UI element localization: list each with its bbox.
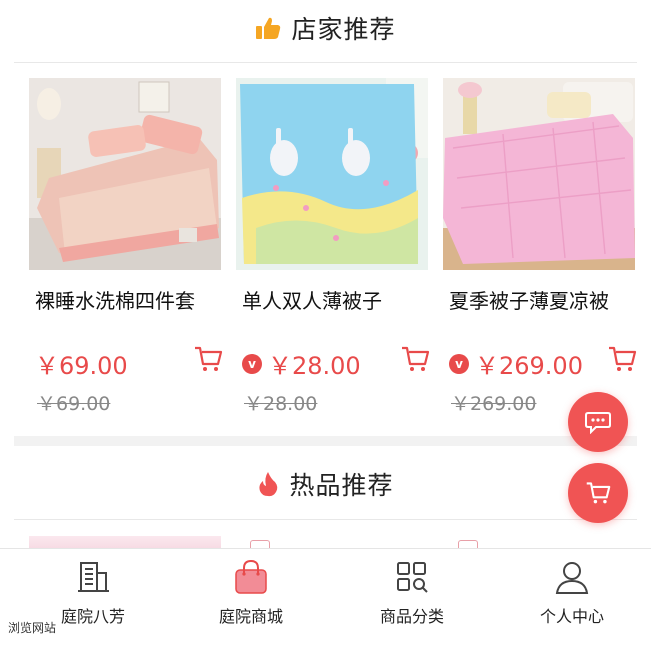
product-name[interactable]: 单人双人薄被子 bbox=[242, 285, 382, 314]
tag-icon bbox=[458, 540, 478, 548]
product-price: ￥28.00 bbox=[268, 352, 361, 380]
tab-label: 商品分类 bbox=[379, 607, 444, 626]
product-name[interactable]: 夏季被子薄夏凉被 bbox=[449, 285, 609, 314]
tab-categories[interactable]: 商品分类 bbox=[332, 559, 492, 635]
product-card[interactable]: 单人双人薄被子 v ￥28.00 ￥28.00 bbox=[236, 78, 436, 418]
product-card[interactable]: 夏季被子薄夏凉被 v ￥269.00 ￥269.00 bbox=[443, 78, 643, 418]
bottom-tab-bar: 庭院八芳 庭院商城 商品分类 个人中心 bbox=[0, 548, 651, 647]
tag-icon bbox=[250, 540, 270, 548]
product-image-peek[interactable] bbox=[29, 536, 221, 548]
section-header-shop-recommend: 店家推荐 bbox=[0, 0, 651, 56]
price-row: ￥69.00 bbox=[35, 346, 128, 381]
tab-mall[interactable]: 庭院商城 bbox=[171, 559, 331, 635]
tab-label: 庭院八芳 bbox=[60, 607, 125, 626]
thumbs-up-icon bbox=[256, 17, 281, 39]
add-to-cart-icon[interactable] bbox=[400, 344, 430, 374]
add-to-cart-icon[interactable] bbox=[607, 344, 637, 374]
section-separator bbox=[14, 436, 637, 446]
product-price: ￥69.00 bbox=[35, 352, 128, 380]
product-image[interactable] bbox=[29, 78, 221, 270]
section-title: 热品推荐 bbox=[289, 471, 394, 500]
divider bbox=[14, 62, 637, 63]
price-row: v ￥28.00 bbox=[242, 346, 361, 381]
shopping-bag-icon bbox=[235, 559, 267, 594]
flame-icon bbox=[259, 472, 278, 497]
chat-bubble-icon bbox=[585, 412, 611, 434]
user-icon bbox=[555, 562, 589, 594]
divider bbox=[14, 519, 637, 520]
product-grid: 裸睡水洗棉四件套 ￥69.00 ￥69.00 单人双人薄被子 v ￥28.00 … bbox=[0, 78, 651, 418]
section-header-hot-recommend: 热品推荐 bbox=[0, 456, 651, 512]
product-image[interactable] bbox=[443, 78, 635, 270]
cart-icon bbox=[586, 482, 611, 504]
product-card[interactable]: 裸睡水洗棉四件套 ￥69.00 ￥69.00 bbox=[29, 78, 229, 418]
original-price: ￥69.00 bbox=[37, 393, 111, 415]
category-grid-icon bbox=[397, 562, 428, 593]
price-row: v ￥269.00 bbox=[449, 346, 583, 381]
vip-badge-icon: v bbox=[449, 353, 469, 374]
add-to-cart-icon[interactable] bbox=[193, 344, 223, 374]
vip-badge-icon: v bbox=[242, 353, 262, 374]
tab-label: 个人中心 bbox=[539, 607, 604, 626]
section-title: 店家推荐 bbox=[291, 15, 396, 44]
building-icon bbox=[78, 562, 109, 592]
product-image[interactable] bbox=[236, 78, 428, 270]
chat-button[interactable] bbox=[568, 392, 628, 452]
tab-label: 庭院商城 bbox=[218, 607, 283, 626]
product-price: ￥269.00 bbox=[475, 352, 583, 380]
watermark-text: 浏览网站 bbox=[8, 621, 57, 635]
cart-button[interactable] bbox=[568, 463, 628, 523]
tab-profile[interactable]: 个人中心 bbox=[492, 559, 651, 635]
product-name[interactable]: 裸睡水洗棉四件套 bbox=[35, 285, 195, 314]
original-price: ￥28.00 bbox=[244, 393, 318, 415]
original-price: ￥269.00 bbox=[451, 393, 537, 415]
